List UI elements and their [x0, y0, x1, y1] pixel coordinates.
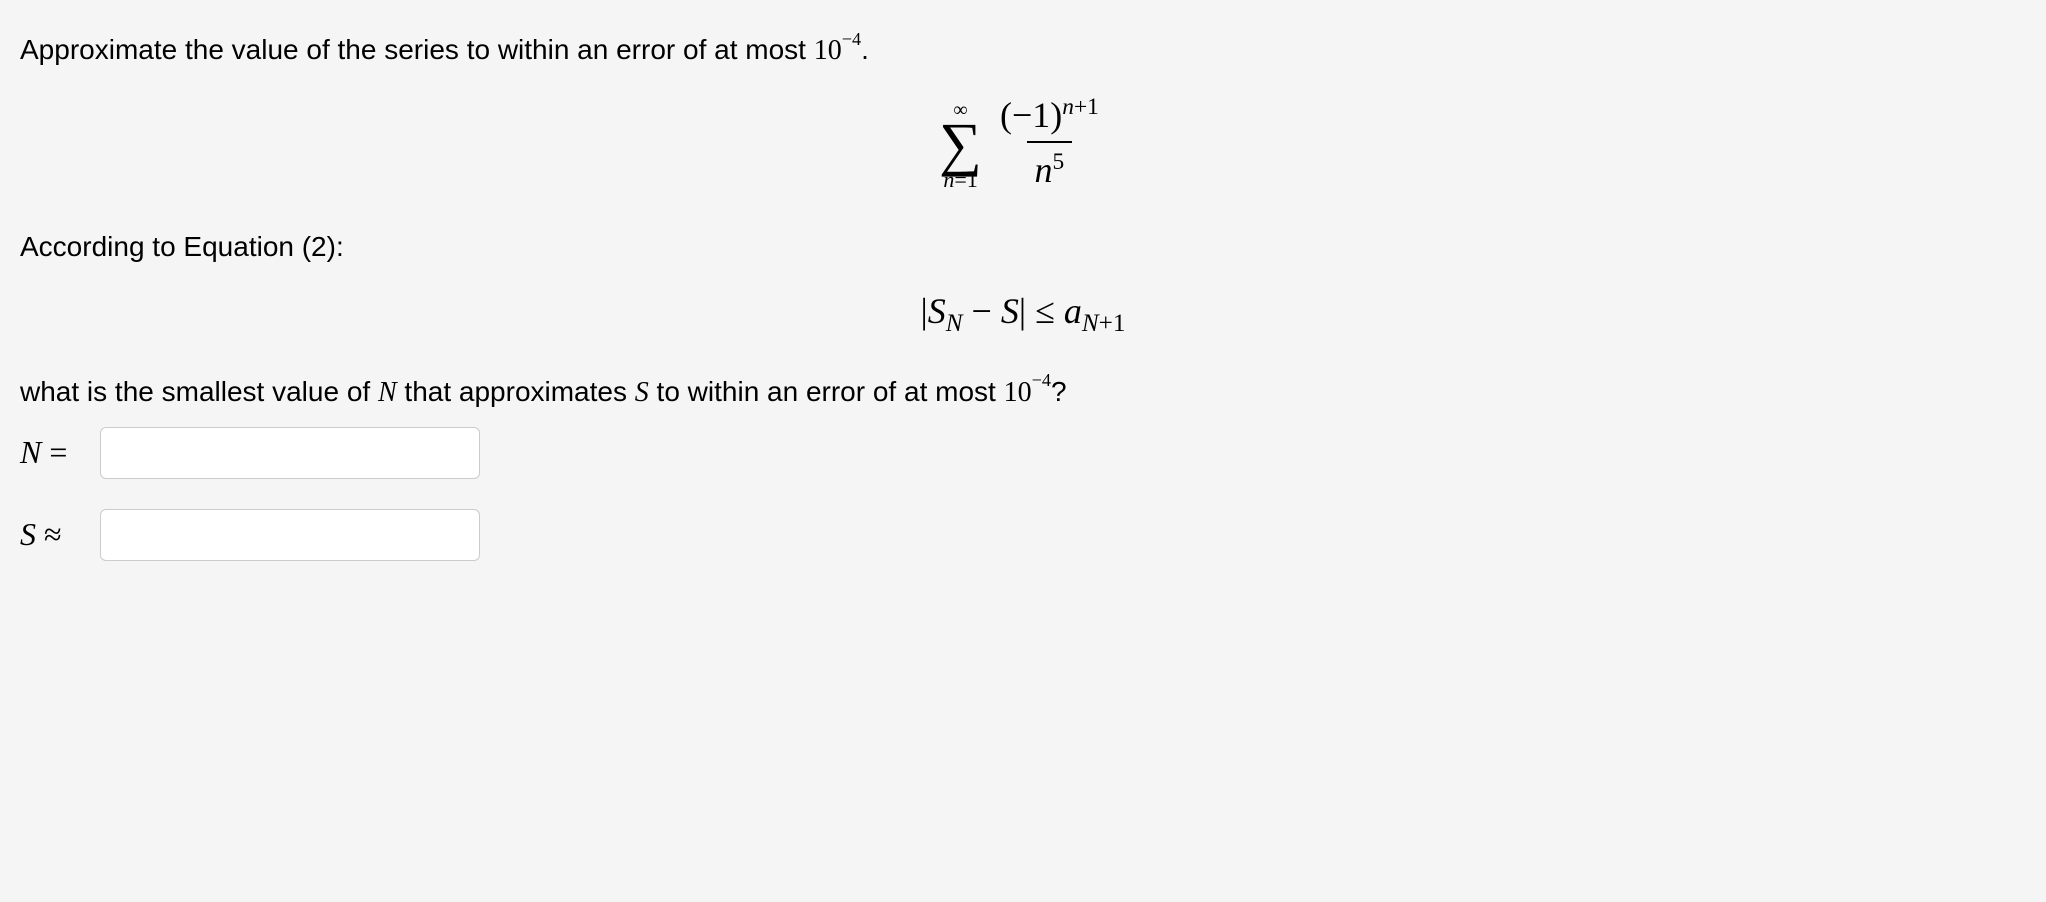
var-S: S	[635, 377, 649, 408]
intro-text: Approximate the value of the series to w…	[20, 34, 814, 65]
error-exp: −4	[842, 29, 861, 49]
question-text-2: that approximates	[397, 376, 635, 407]
problem-content: Approximate the value of the series to w…	[20, 30, 2026, 561]
summation-symbol: ∞ ∑ n=1	[939, 114, 982, 174]
error-base-2: 10	[1004, 377, 1032, 408]
error-exp-2: −4	[1032, 370, 1051, 390]
equation-ref-line: According to Equation (2):	[20, 227, 2026, 266]
period: .	[861, 34, 869, 65]
question-text-1: what is the smallest value of	[20, 376, 378, 407]
question-line: what is the smallest value of N that app…	[20, 372, 2026, 412]
error-base: 10	[814, 35, 842, 66]
var-N: N	[378, 377, 397, 408]
qmark: ?	[1051, 376, 1067, 407]
denominator: n5	[1027, 141, 1073, 197]
n-input-row: N =	[20, 427, 2026, 479]
s-label: S ≈	[20, 512, 90, 557]
n-input[interactable]	[100, 427, 480, 479]
equation-ref-text: According to Equation (2):	[20, 231, 344, 262]
sum-lower: n=1	[943, 165, 977, 196]
inequality-display: |SN − S| ≤ aN+1	[20, 286, 2026, 341]
s-input[interactable]	[100, 509, 480, 561]
series-display: ∞ ∑ n=1 (−1)n+1 n5	[20, 90, 2026, 197]
n-label: N =	[20, 430, 90, 475]
s-input-row: S ≈	[20, 509, 2026, 561]
numerator: (−1)n+1	[992, 90, 1107, 140]
intro-line: Approximate the value of the series to w…	[20, 30, 2026, 70]
question-text-3: to within an error of at most	[649, 376, 1004, 407]
sum-upper: ∞	[953, 96, 967, 124]
series-fraction: (−1)n+1 n5	[992, 90, 1107, 197]
